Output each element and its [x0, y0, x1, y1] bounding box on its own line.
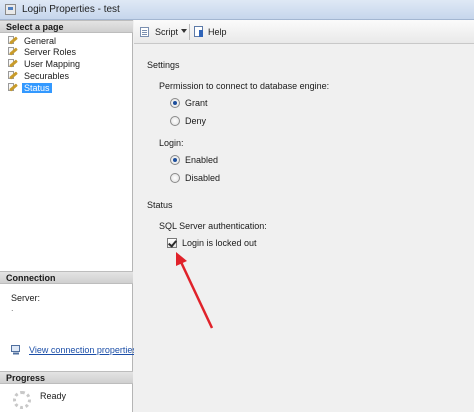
wrench-page-icon — [8, 46, 19, 57]
enabled-label: Enabled — [185, 154, 219, 165]
server-label: Server: — [11, 293, 41, 303]
locked-out-option[interactable]: Login is locked out — [167, 237, 257, 249]
settings-section-title: Settings — [147, 60, 180, 70]
window-title: Login Properties - test — [22, 4, 120, 15]
toolbar: Script Help — [134, 20, 474, 44]
script-dropdown-arrow-icon[interactable] — [181, 29, 187, 33]
title-bar: Login Properties - test — [0, 0, 474, 20]
locked-out-checkbox[interactable] — [167, 238, 177, 248]
deny-radio-option[interactable]: Deny — [170, 115, 206, 126]
properties-pane: Script Help Settings Permission to conne… — [134, 20, 474, 412]
login-label: Login: — [159, 138, 184, 148]
disabled-radio-option[interactable]: Disabled — [170, 172, 220, 183]
disabled-label: Disabled — [185, 172, 221, 183]
sidebar-item-user-mapping[interactable]: User Mapping — [8, 58, 82, 69]
script-label: Script — [155, 27, 179, 37]
locked-out-label: Login is locked out — [182, 238, 257, 248]
wrench-page-icon — [8, 70, 19, 81]
grant-radio[interactable] — [170, 97, 180, 108]
wrench-page-icon — [8, 58, 19, 69]
help-label: Help — [208, 27, 227, 37]
deny-label: Deny — [185, 115, 207, 126]
disabled-radio[interactable] — [170, 172, 180, 183]
progress-spinner-icon — [13, 391, 31, 409]
sidebar-item-securables[interactable]: Securables — [8, 70, 71, 81]
server-value: . — [11, 303, 14, 313]
status-section-title: Status — [147, 200, 173, 210]
sidebar-item-general[interactable]: General — [8, 35, 58, 46]
wrench-page-icon — [8, 82, 19, 93]
view-connection-properties-link[interactable]: View connection properties — [29, 345, 137, 355]
sidebar-item-label: Securables — [24, 70, 70, 81]
connection-properties-icon — [11, 345, 20, 355]
connection-header: Connection — [0, 271, 133, 284]
enabled-radio[interactable] — [170, 154, 180, 165]
script-icon — [140, 26, 152, 38]
window-icon — [5, 4, 16, 15]
deny-radio[interactable] — [170, 115, 180, 126]
sidebar-item-label: User Mapping — [24, 58, 81, 69]
wrench-page-icon — [8, 35, 19, 46]
grant-radio-option[interactable]: Grant — [170, 97, 208, 108]
progress-header: Progress — [0, 371, 133, 384]
permission-label: Permission to connect to database engine… — [159, 81, 330, 91]
grant-label: Grant — [185, 97, 208, 108]
help-button[interactable]: Help — [194, 25, 227, 39]
sidebar-item-label: Server Roles — [24, 46, 77, 57]
sidebar-item-label: Status — [22, 82, 52, 93]
select-page-header: Select a page — [0, 20, 133, 33]
progress-status: Ready — [40, 391, 67, 401]
toolbar-separator — [189, 24, 190, 40]
enabled-radio-option[interactable]: Enabled — [170, 154, 218, 165]
sidebar-item-label: General — [24, 35, 57, 46]
script-button[interactable]: Script — [140, 25, 178, 39]
sql-auth-label: SQL Server authentication: — [159, 221, 267, 231]
sidebar-item-server-roles[interactable]: Server Roles — [8, 46, 78, 57]
sidebar-item-status[interactable]: Status — [8, 82, 52, 93]
help-book-icon — [194, 26, 205, 38]
